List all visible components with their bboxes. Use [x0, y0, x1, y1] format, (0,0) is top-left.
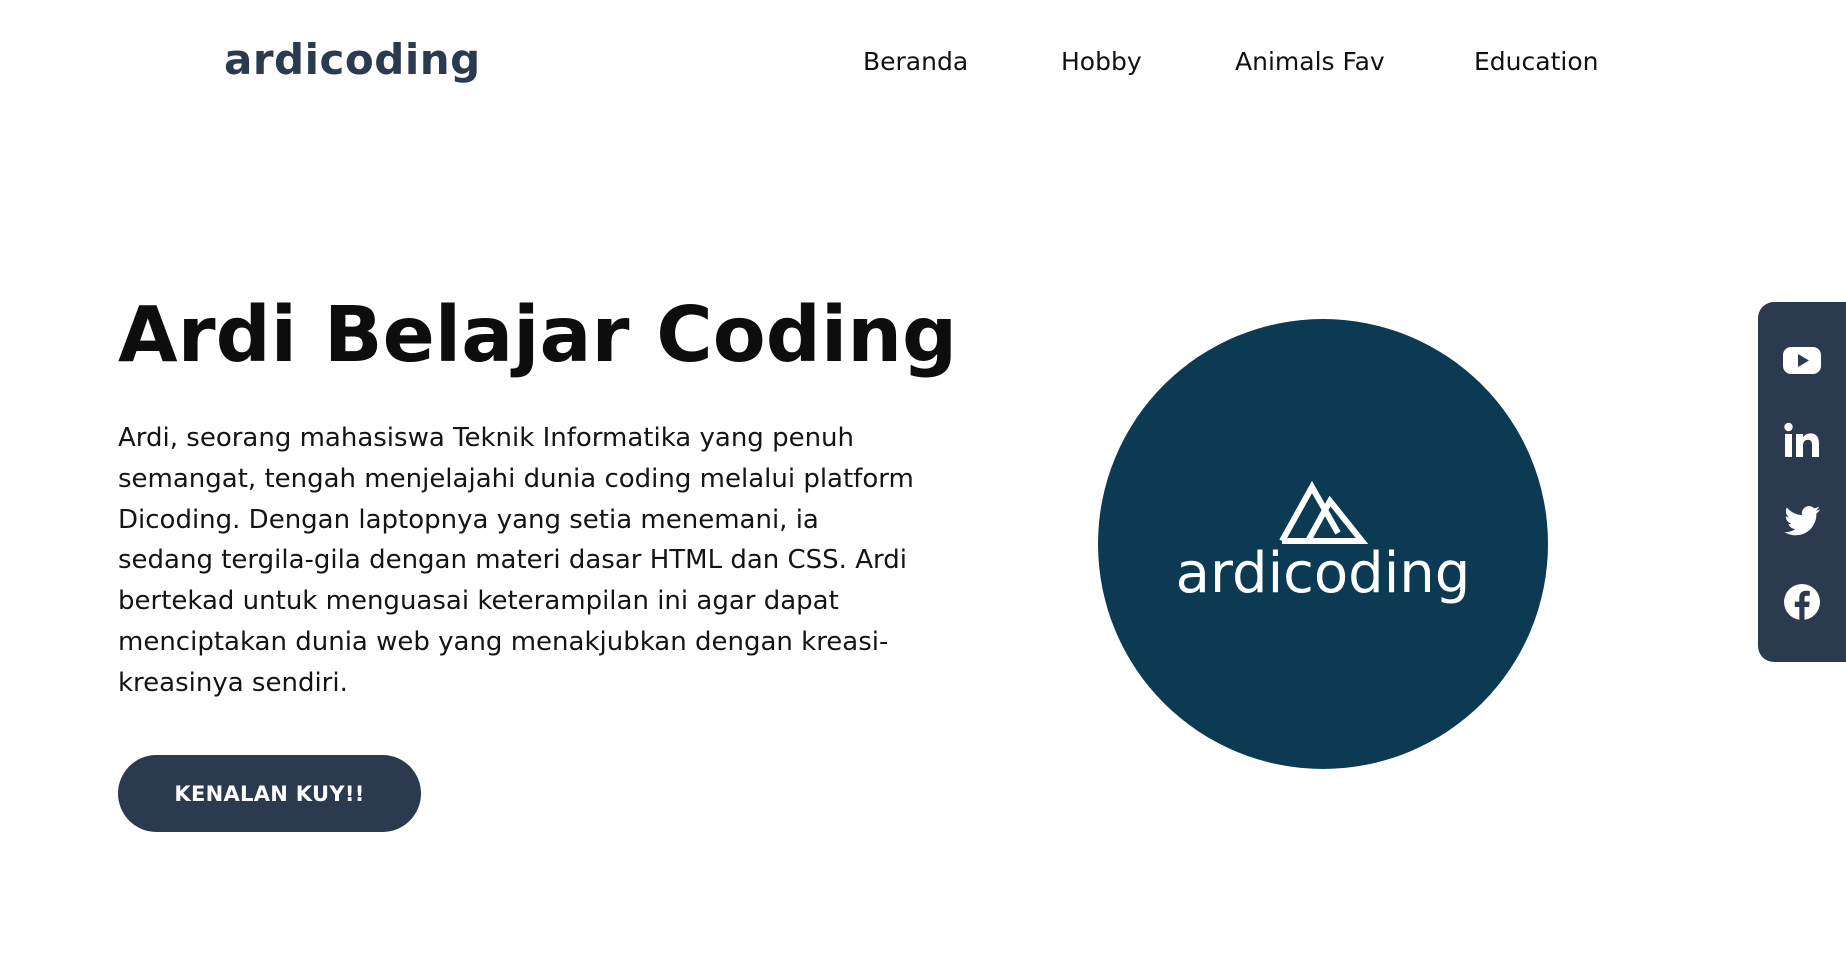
nav-link-animals-fav[interactable]: Animals Fav: [1235, 45, 1385, 79]
youtube-icon[interactable]: [1780, 338, 1824, 382]
site-header: ardicoding Beranda Hobby Animals Fav Edu…: [0, 0, 1846, 125]
facebook-icon[interactable]: [1780, 580, 1824, 624]
nav-link-hobby[interactable]: Hobby: [1061, 45, 1142, 79]
linkedin-icon[interactable]: [1780, 419, 1824, 463]
hero-description: Ardi, seorang mahasiswa Teknik Informati…: [118, 423, 914, 698]
main-nav: Beranda Hobby Animals Fav Education: [0, 45, 1846, 79]
page: ardicoding Beranda Hobby Animals Fav Edu…: [0, 0, 1846, 963]
nav-link-beranda[interactable]: Beranda: [863, 45, 968, 79]
brand-badge: ardicoding: [1098, 319, 1548, 769]
nav-link-education[interactable]: Education: [1474, 45, 1598, 79]
social-rail: [1758, 302, 1846, 662]
hero-title: Ardi Belajar Coding: [118, 291, 958, 380]
brand-badge-text: ardicoding: [1175, 541, 1471, 606]
kenalan-kuy-button[interactable]: KENALAN KUY!!: [118, 755, 421, 832]
twitter-icon[interactable]: [1780, 499, 1824, 543]
mountain-logo-icon: [1279, 480, 1368, 544]
